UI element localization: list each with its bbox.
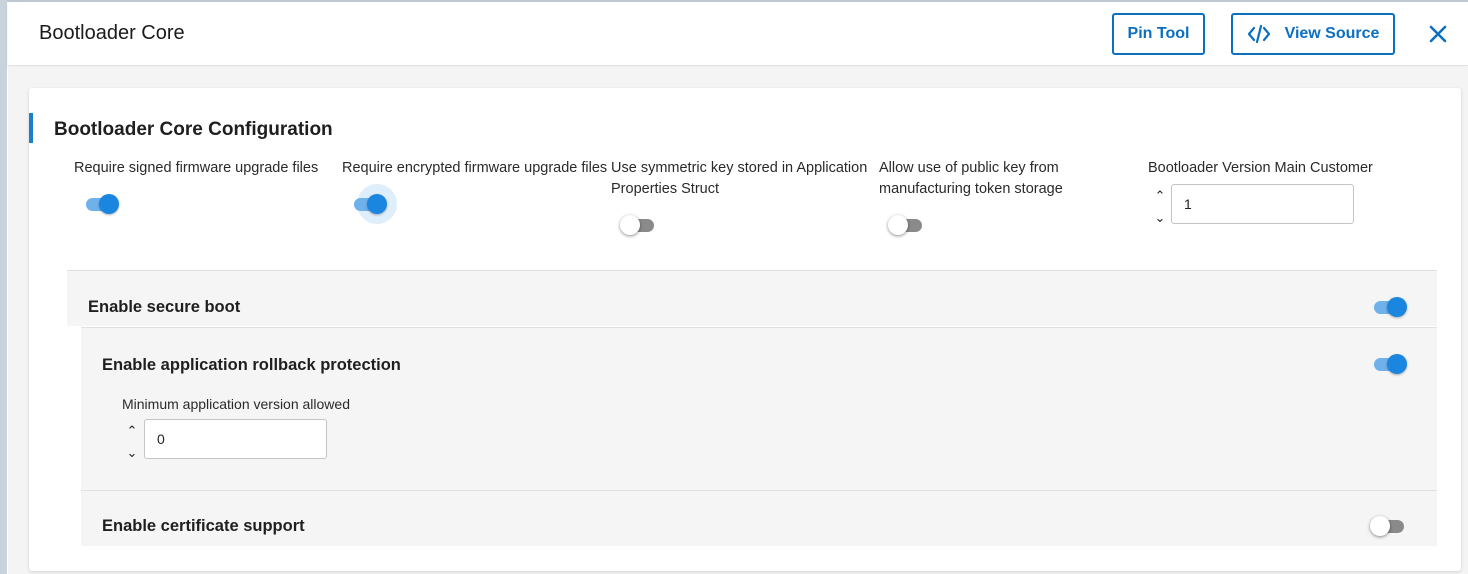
symmetric-key-label: Use symmetric key stored in Application …	[611, 158, 867, 200]
certificate-title: Enable certificate support	[102, 517, 305, 535]
toggle-thumb	[1387, 297, 1407, 317]
min-version-stepper: ⌃ ⌄	[124, 422, 140, 462]
rollback-toggle[interactable]	[1372, 352, 1408, 376]
decrement-icon[interactable]: ⌄	[1152, 211, 1168, 225]
close-icon[interactable]	[1428, 24, 1448, 44]
pin-tool-button[interactable]: Pin Tool	[1112, 13, 1205, 55]
toggle-thumb	[99, 194, 119, 214]
toggle-thumb	[620, 215, 640, 235]
card-accent-bar	[29, 113, 33, 143]
secure-boot-toggle[interactable]	[1372, 295, 1408, 319]
symmetric-key-label-line2: Properties Struct	[611, 181, 719, 197]
pin-tool-label: Pin Tool	[1127, 25, 1190, 42]
panel-header: Bootloader Core Pin Tool View Source	[8, 2, 1468, 66]
card-title: Bootloader Core Configuration	[54, 119, 333, 140]
increment-icon[interactable]: ⌃	[124, 424, 140, 438]
view-source-label: View Source	[1284, 25, 1380, 42]
symmetric-key-label-line1: Use symmetric key stored in Application	[611, 160, 868, 176]
public-key-toggle[interactable]	[888, 213, 924, 237]
min-version-input[interactable]	[144, 419, 327, 459]
code-icon	[1247, 24, 1270, 44]
secure-boot-section: Enable secure boot	[67, 270, 1437, 326]
panel-title: Bootloader Core	[39, 22, 185, 44]
min-version-label: Minimum application version allowed	[122, 396, 350, 412]
signed-upgrade-toggle[interactable]	[84, 192, 120, 216]
version-main-customer-stepper: ⌃ ⌄	[1152, 187, 1168, 227]
window-left-border	[0, 0, 7, 574]
public-key-label-line1: Allow use of public key from	[879, 160, 1059, 176]
symmetric-key-toggle[interactable]	[620, 213, 656, 237]
public-key-label: Allow use of public key from manufacturi…	[879, 158, 1063, 200]
view-source-button[interactable]: View Source	[1231, 13, 1395, 55]
version-main-customer-input[interactable]	[1171, 184, 1354, 224]
toggle-thumb	[1387, 354, 1407, 374]
toggle-thumb	[888, 215, 908, 235]
version-main-customer-label: Bootloader Version Main Customer	[1148, 160, 1373, 176]
rollback-title: Enable application rollback protection	[102, 356, 401, 374]
increment-icon[interactable]: ⌃	[1152, 189, 1168, 203]
toggle-thumb	[367, 194, 387, 214]
signed-upgrade-label: Require signed firmware upgrade files	[74, 160, 319, 176]
certificate-toggle[interactable]	[1370, 514, 1406, 538]
rollback-section: Enable application rollback protection M…	[81, 327, 1437, 490]
certificate-section: Enable certificate support	[81, 490, 1437, 546]
secure-boot-title: Enable secure boot	[88, 298, 241, 316]
public-key-label-line2: manufacturing token storage	[879, 181, 1063, 197]
encrypted-upgrade-label: Require encrypted firmware upgrade files	[342, 160, 608, 176]
encrypted-upgrade-toggle[interactable]	[352, 192, 388, 216]
decrement-icon[interactable]: ⌄	[124, 446, 140, 460]
toggle-thumb	[1370, 516, 1390, 536]
